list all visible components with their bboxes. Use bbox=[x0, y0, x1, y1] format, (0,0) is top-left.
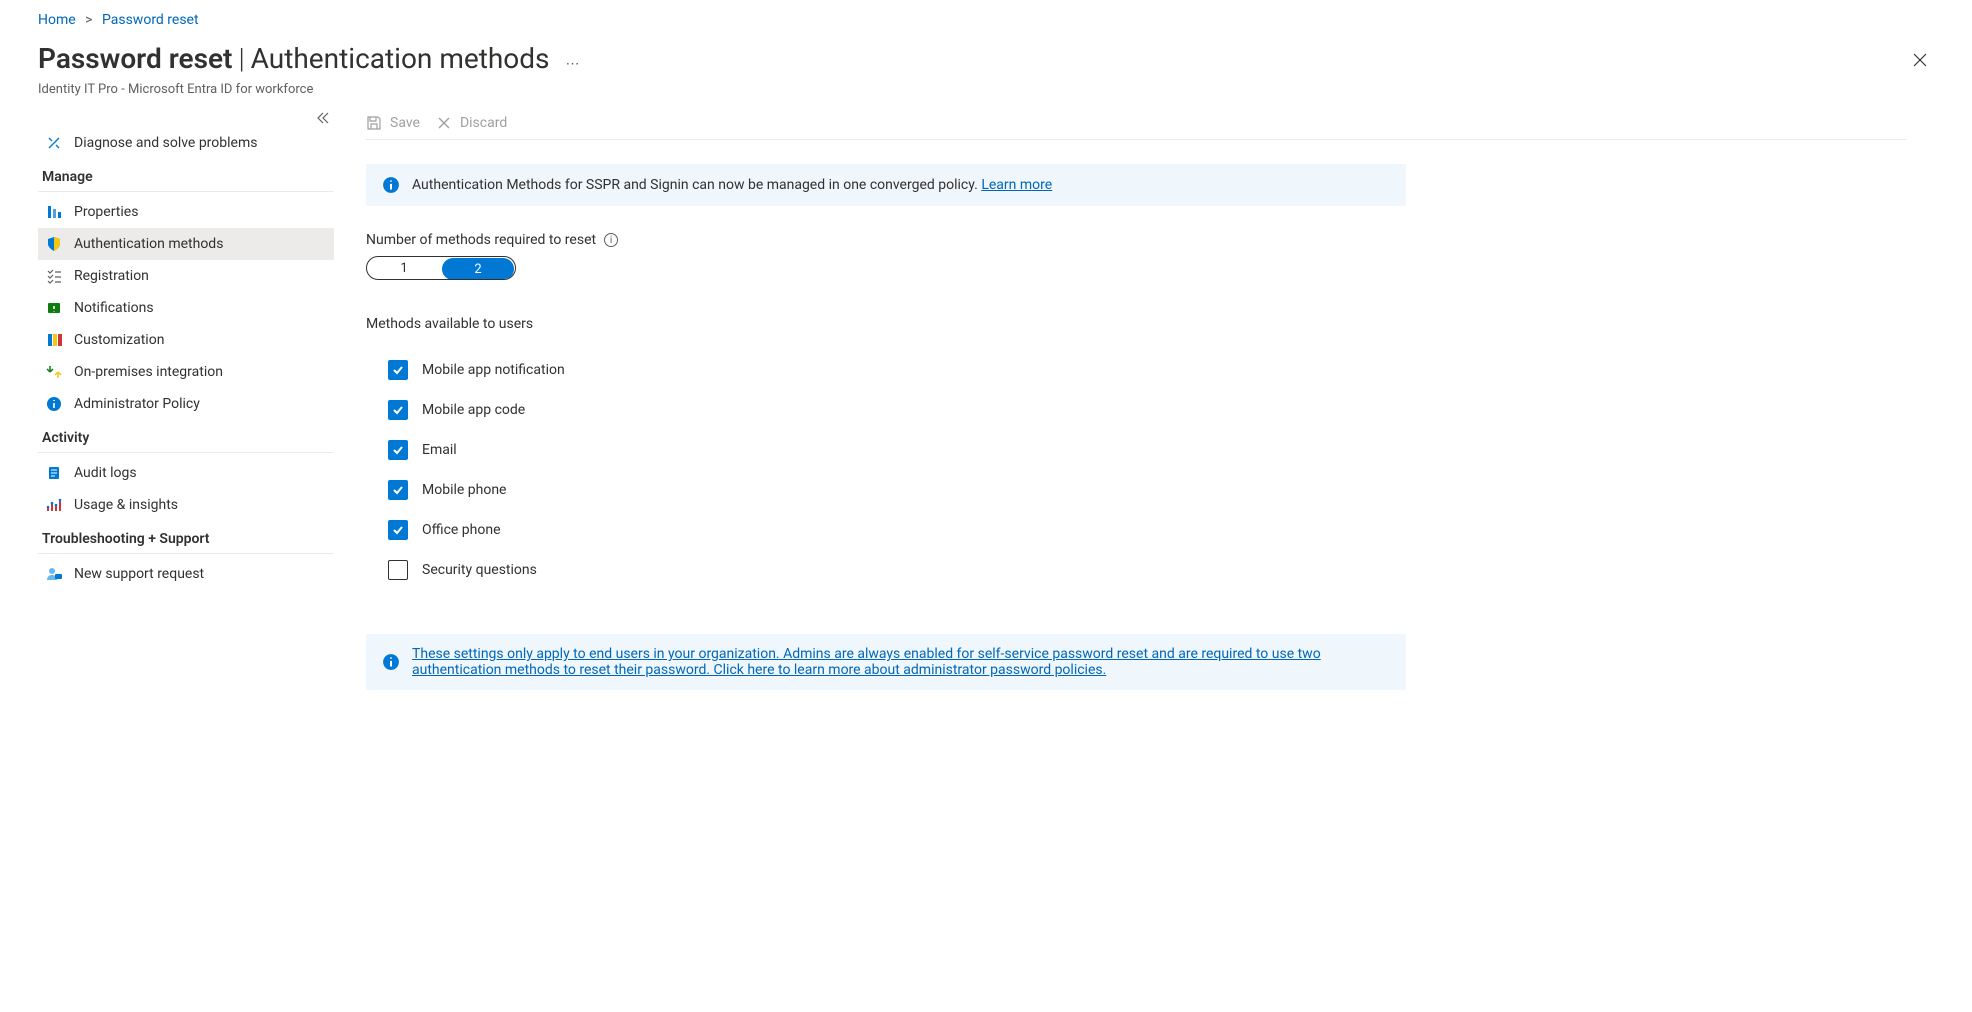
admin-policy-link[interactable]: These settings only apply to end users i… bbox=[412, 646, 1390, 678]
sidebar-item-properties[interactable]: Properties bbox=[38, 196, 334, 228]
method-label: Security questions bbox=[422, 562, 537, 578]
sidebar: Diagnose and solve problems Manage Prope… bbox=[38, 107, 338, 716]
info-banner-top: Authentication Methods for SSPR and Sign… bbox=[366, 164, 1406, 206]
discard-button[interactable]: Discard bbox=[436, 115, 507, 131]
method-checkbox[interactable] bbox=[388, 400, 408, 420]
notification-icon bbox=[46, 300, 62, 316]
method-label: Office phone bbox=[422, 522, 501, 538]
method-checkbox[interactable] bbox=[388, 560, 408, 580]
page-subtitle: Identity IT Pro - Microsoft Entra ID for… bbox=[38, 82, 1934, 97]
customization-icon bbox=[46, 332, 62, 348]
method-row: Office phone bbox=[366, 510, 1906, 550]
sidebar-item-notifications[interactable]: Notifications bbox=[38, 292, 334, 324]
sidebar-item-label: Registration bbox=[74, 268, 149, 284]
info-icon bbox=[46, 396, 62, 412]
methods-available-label: Methods available to users bbox=[366, 316, 1906, 332]
info-banner-text: Authentication Methods for SSPR and Sign… bbox=[412, 177, 1052, 193]
method-label: Mobile phone bbox=[422, 482, 507, 498]
method-checkbox[interactable] bbox=[388, 520, 408, 540]
sidebar-item-label: Usage & insights bbox=[74, 497, 178, 513]
method-checkbox[interactable] bbox=[388, 480, 408, 500]
sidebar-item-label: Administrator Policy bbox=[74, 396, 200, 412]
page-title: Password reset|Authentication methods bbox=[38, 42, 550, 75]
toggle-option-1[interactable]: 1 bbox=[367, 257, 441, 279]
method-checkbox[interactable] bbox=[388, 440, 408, 460]
main-content: Save Discard Authentication Methods for … bbox=[338, 107, 1934, 716]
save-button[interactable]: Save bbox=[366, 115, 420, 131]
sidebar-section-manage: Manage bbox=[38, 159, 334, 192]
method-row: Email bbox=[366, 430, 1906, 470]
properties-icon bbox=[46, 204, 62, 220]
discard-icon bbox=[436, 115, 452, 131]
more-button[interactable]: ⋯ bbox=[560, 50, 588, 78]
close-button[interactable] bbox=[1906, 46, 1934, 74]
method-row: Mobile app code bbox=[366, 390, 1906, 430]
method-label: Mobile app notification bbox=[422, 362, 565, 378]
sidebar-item-admin-policy[interactable]: Administrator Policy bbox=[38, 388, 334, 420]
close-icon bbox=[1912, 52, 1928, 68]
page-title-light: Authentication methods bbox=[251, 42, 550, 75]
toggle-option-2[interactable]: 2 bbox=[442, 258, 514, 280]
chevron-right-icon: > bbox=[85, 12, 92, 28]
sidebar-item-label: Authentication methods bbox=[74, 236, 223, 252]
sidebar-item-label: New support request bbox=[74, 566, 204, 582]
wrench-icon bbox=[46, 135, 62, 151]
insights-icon bbox=[46, 497, 62, 513]
method-checkbox[interactable] bbox=[388, 360, 408, 380]
sidebar-item-audit-logs[interactable]: Audit logs bbox=[38, 457, 334, 489]
info-icon bbox=[382, 653, 400, 671]
breadcrumb: Home > Password reset bbox=[38, 12, 1934, 28]
shield-icon bbox=[46, 236, 62, 252]
sidebar-item-label: Properties bbox=[74, 204, 138, 220]
checklist-icon bbox=[46, 268, 62, 284]
sidebar-section-support: Troubleshooting + Support bbox=[38, 521, 334, 554]
method-row: Mobile app notification bbox=[366, 350, 1906, 390]
discard-label: Discard bbox=[460, 115, 507, 131]
breadcrumb-current[interactable]: Password reset bbox=[102, 12, 199, 28]
sidebar-item-customization[interactable]: Customization bbox=[38, 324, 334, 356]
method-label: Email bbox=[422, 442, 457, 458]
sidebar-item-label: Notifications bbox=[74, 300, 154, 316]
collapse-sidebar-button[interactable] bbox=[316, 111, 330, 129]
page-title-strong: Password reset bbox=[38, 42, 232, 75]
sidebar-item-label: Diagnose and solve problems bbox=[74, 135, 257, 151]
methods-required-label: Number of methods required to reset i bbox=[366, 232, 1906, 248]
sidebar-item-usage-insights[interactable]: Usage & insights bbox=[38, 489, 334, 521]
sidebar-section-activity: Activity bbox=[38, 420, 334, 453]
sidebar-item-on-premises[interactable]: On-premises integration bbox=[38, 356, 334, 388]
sidebar-item-registration[interactable]: Registration bbox=[38, 260, 334, 292]
learn-more-link[interactable]: Learn more bbox=[981, 177, 1052, 193]
method-row: Mobile phone bbox=[366, 470, 1906, 510]
sidebar-item-new-support[interactable]: New support request bbox=[38, 558, 334, 590]
breadcrumb-home[interactable]: Home bbox=[38, 12, 76, 28]
info-banner-bottom: These settings only apply to end users i… bbox=[366, 634, 1406, 690]
info-icon bbox=[382, 176, 400, 194]
sidebar-item-authentication-methods[interactable]: Authentication methods bbox=[38, 228, 334, 260]
info-tooltip-icon[interactable]: i bbox=[604, 233, 618, 247]
save-label: Save bbox=[390, 115, 420, 131]
sidebar-item-diagnose[interactable]: Diagnose and solve problems bbox=[38, 127, 334, 159]
methods-list: Mobile app notification Mobile app code Em… bbox=[366, 350, 1906, 590]
sidebar-item-label: Audit logs bbox=[74, 465, 137, 481]
save-icon bbox=[366, 115, 382, 131]
sidebar-item-label: On-premises integration bbox=[74, 364, 223, 380]
method-row: Security questions bbox=[366, 550, 1906, 590]
sync-icon bbox=[46, 364, 62, 380]
support-icon bbox=[46, 566, 62, 582]
methods-required-toggle[interactable]: 1 2 bbox=[366, 256, 516, 280]
chevron-double-left-icon bbox=[316, 111, 330, 125]
toolbar: Save Discard bbox=[366, 107, 1906, 140]
logs-icon bbox=[46, 465, 62, 481]
sidebar-item-label: Customization bbox=[74, 332, 164, 348]
method-label: Mobile app code bbox=[422, 402, 525, 418]
